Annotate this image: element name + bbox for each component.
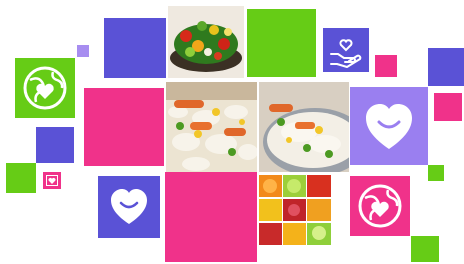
small-heart-tile	[43, 172, 61, 189]
magenta-tile-large	[84, 88, 164, 166]
smile-heart-icon	[111, 189, 147, 224]
salad-photo	[168, 6, 244, 78]
magenta-tile-bottom	[165, 172, 257, 262]
vegetable-rice-photo-left	[166, 82, 257, 172]
vegetable-rice-photo-right	[259, 82, 349, 172]
hand-heart-icon	[330, 39, 362, 68]
magenta-square-small-top	[375, 55, 397, 77]
smile-heart-tile-right	[350, 87, 428, 165]
purple-tile-left	[36, 127, 74, 163]
lavender-square-small	[77, 45, 89, 57]
purple-tile-right-top	[428, 48, 464, 86]
green-tile-bottom-right	[411, 236, 439, 262]
smile-heart-tile-bottom-left	[98, 176, 160, 238]
smile-heart-icon	[366, 104, 412, 149]
heart-icon	[46, 175, 58, 186]
globe-heart-icon	[23, 66, 67, 110]
fruit-mosaic-photo	[259, 175, 331, 245]
purple-tile-top	[104, 18, 166, 78]
green-tile-top	[247, 9, 316, 77]
globe-heart-icon	[358, 184, 402, 228]
hand-heart-tile	[323, 28, 369, 72]
green-tile-left	[6, 163, 36, 193]
globe-heart-tile-left	[15, 58, 75, 118]
magenta-square-right	[434, 93, 462, 121]
globe-heart-tile-right	[350, 176, 410, 236]
green-square-small-right	[428, 165, 444, 181]
